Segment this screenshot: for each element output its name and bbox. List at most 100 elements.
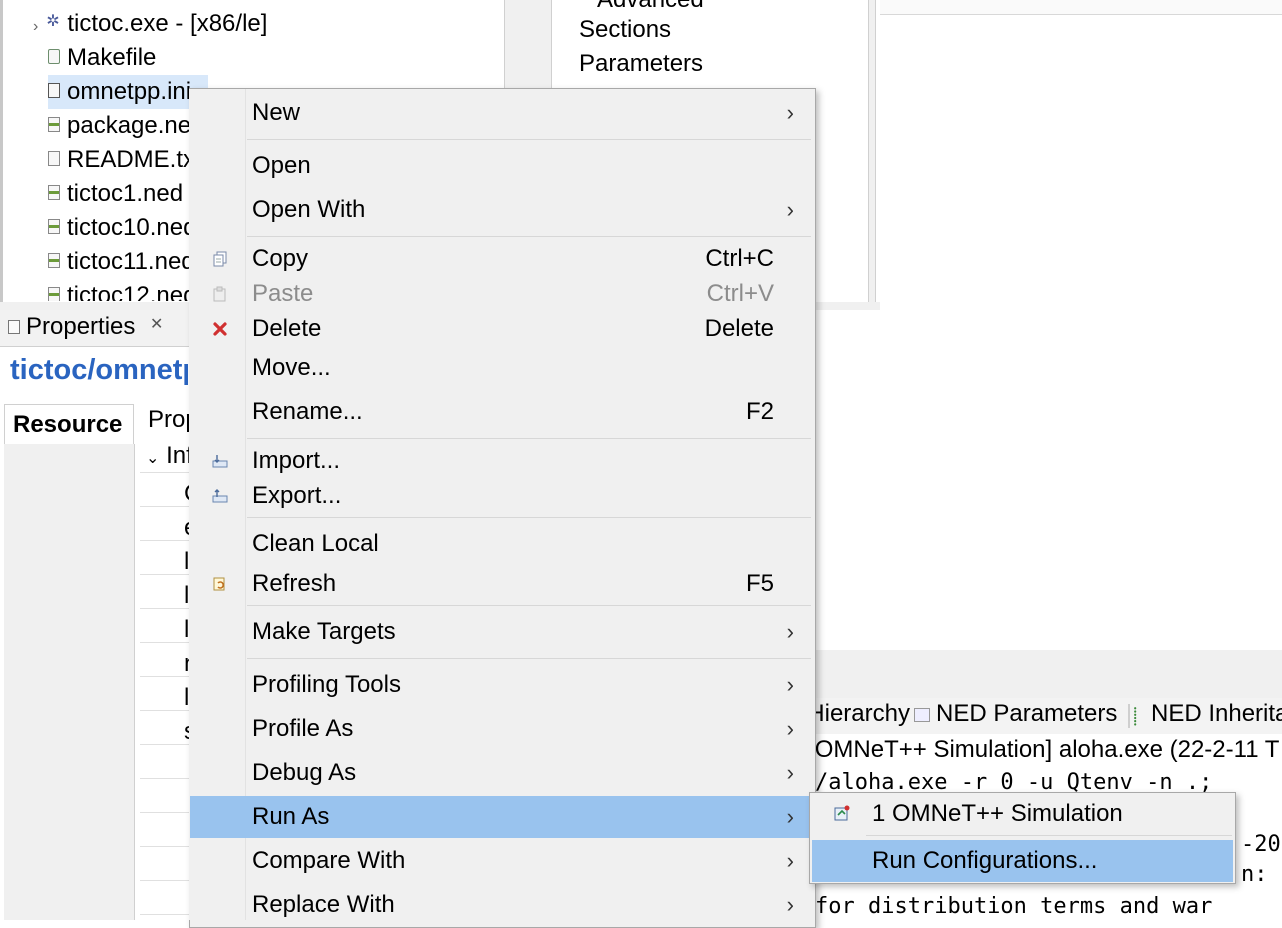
tree-item-tictoc1-ned[interactable]: tictoc1.ned (48, 177, 183, 211)
tab-hierarchy[interactable]: Hierarchy (815, 700, 910, 728)
tree-item-omnetpp-ini[interactable]: omnetpp.ini (48, 75, 208, 109)
ned-file-icon (48, 287, 60, 301)
tab-resource[interactable]: Resource (4, 404, 134, 444)
menu-item-new[interactable]: New › (190, 93, 814, 133)
ini-file-icon (48, 83, 60, 99)
tree-item-tictoc11-ned[interactable]: tictoc11.ned (48, 245, 195, 279)
editor-toolbar (880, 0, 1282, 15)
grid-line (140, 812, 190, 813)
outline-item-parameters[interactable]: Parameters (579, 50, 703, 78)
menu-item-run-as[interactable]: Run As › (190, 796, 814, 838)
tree-item-tictoc-exe[interactable]: › ✲ tictoc.exe - [x86/le] (33, 7, 267, 41)
tab-ned-inheritance[interactable]: NED Inheritance (1151, 700, 1282, 728)
menu-item-clean-local[interactable]: Clean Local (190, 524, 814, 564)
menu-separator (247, 139, 811, 140)
export-icon (212, 489, 228, 503)
menu-item-make-targets[interactable]: Make Targets › (190, 612, 814, 652)
property-group-info[interactable]: ⌄ Info (146, 442, 190, 470)
menu-separator (866, 835, 1232, 836)
property-column-header: Property (148, 406, 190, 433)
menu-item-open-with[interactable]: Open With › (190, 190, 814, 230)
menu-item-profile-as[interactable]: Profile As › (190, 709, 814, 749)
tree-item-makefile[interactable]: Makefile (48, 41, 156, 75)
tree-item-package-ned[interactable]: package.ned (48, 109, 204, 143)
close-icon[interactable]: ✕ (150, 314, 163, 334)
paste-icon (213, 286, 226, 302)
ned-file-icon (48, 219, 60, 235)
tab-divider (1128, 704, 1130, 728)
menu-item-import[interactable]: Import... (190, 441, 814, 481)
grid-line (140, 506, 190, 507)
chevron-right-icon: › (786, 848, 794, 873)
submenu-item-run-configurations[interactable]: Run Configurations... (812, 840, 1233, 882)
omnetpp-run-icon (834, 805, 850, 821)
ned-file-icon (48, 117, 60, 133)
menu-separator (247, 517, 811, 518)
properties-tab-bar: Properties ✕ (0, 310, 190, 347)
text-file-icon (48, 151, 60, 167)
tab-ned-parameters[interactable]: NED Parameters (936, 700, 1117, 728)
menu-item-compare-with[interactable]: Compare With › (190, 841, 814, 881)
menu-item-refresh[interactable]: Refresh F5 (190, 564, 814, 604)
outline-item-advanced[interactable]: Advanced (597, 0, 704, 14)
shortcut-label: Ctrl+V (706, 280, 774, 307)
chevron-right-icon: › (786, 716, 794, 741)
properties-tab-label[interactable]: Properties (26, 313, 135, 341)
menu-item-debug-as[interactable]: Debug As › (190, 753, 814, 793)
chevron-right-icon: › (786, 197, 794, 222)
properties-tab-column (4, 444, 135, 920)
grid-line (140, 642, 190, 643)
menu-item-open[interactable]: Open (190, 146, 814, 186)
ned-file-icon (48, 253, 60, 269)
grid-line (140, 778, 190, 779)
binary-icon: ✲ (46, 12, 60, 30)
grid-line (140, 676, 190, 677)
panel-gap (815, 650, 1282, 698)
makefile-icon (48, 49, 60, 65)
ned-file-icon (48, 185, 60, 201)
menu-item-profiling-tools[interactable]: Profiling Tools › (190, 665, 814, 705)
console-line: for distribution terms and war (815, 894, 1213, 919)
chevron-right-icon: › (786, 760, 794, 785)
menu-separator (247, 236, 811, 237)
tree-item-tictoc10-ned[interactable]: tictoc10.ned (48, 211, 196, 245)
chevron-right-icon: › (786, 100, 794, 125)
grid-line (140, 472, 190, 473)
menu-item-rename[interactable]: Rename... F2 (190, 392, 814, 432)
shortcut-label: Ctrl+C (705, 245, 774, 272)
bottom-tab-bar: Hierarchy NED Parameters ⸽ NED Inheritan… (815, 698, 1282, 735)
tree-item-tictoc12-ned[interactable]: tictoc12.ned (48, 279, 196, 301)
outline-item-sections[interactable]: Sections (579, 16, 671, 44)
expand-chevron-icon[interactable]: › (33, 18, 38, 35)
grid-line (140, 710, 190, 711)
grid-line (140, 608, 190, 609)
menu-item-paste[interactable]: Paste Ctrl+V (190, 274, 814, 314)
refresh-icon (213, 577, 225, 591)
submenu-item-omnetpp-simulation[interactable]: 1 OMNeT++ Simulation (812, 793, 1233, 835)
shortcut-label: Delete (704, 315, 774, 342)
import-icon (212, 455, 228, 468)
chevron-right-icon: › (786, 804, 794, 829)
ned-parameters-icon (914, 708, 930, 722)
editor-area (875, 0, 1282, 650)
menu-item-copy[interactable]: Copy Ctrl+C (190, 239, 814, 279)
shortcut-label: F5 (745, 570, 774, 597)
console-title: <terminated> [OMNeT++ Simulation] aloha.… (815, 736, 1280, 763)
properties-title: tictoc/omnetpp.ini (10, 354, 188, 386)
shortcut-label: F2 (745, 398, 774, 425)
delete-icon (213, 322, 227, 336)
grid-line (140, 880, 190, 881)
menu-separator (247, 605, 811, 606)
menu-item-export[interactable]: Export... (190, 476, 814, 516)
menu-item-replace-with[interactable]: Replace With › (190, 885, 814, 920)
menu-item-delete[interactable]: Delete Delete (190, 309, 814, 349)
menu-item-move[interactable]: Move... (190, 348, 814, 388)
collapse-chevron-icon[interactable]: ⌄ (146, 450, 159, 467)
grid-line (140, 914, 190, 915)
menu-separator (247, 658, 811, 659)
console-line: n: (1241, 862, 1268, 887)
tree-item-readme[interactable]: README.txt (48, 143, 202, 177)
chevron-right-icon: › (786, 672, 794, 697)
grid-line (140, 744, 190, 745)
chevron-right-icon: › (786, 892, 794, 917)
